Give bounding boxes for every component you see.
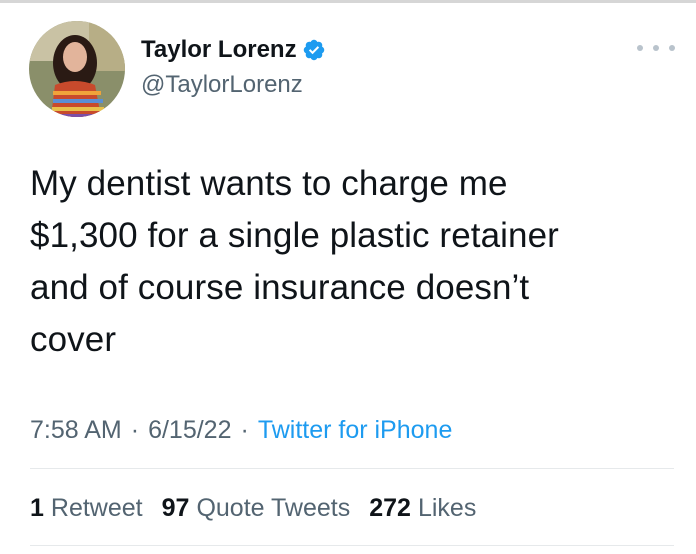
tweet-text-line: $1,300 for a single plastic retainer — [30, 216, 559, 255]
engagement-stats: 1 Retweet 97 Quote Tweets 272 Likes — [30, 490, 495, 526]
more-options-icon[interactable] — [637, 38, 675, 58]
tweet-meta: 7:58 AM · 6/15/22 · Twitter for iPhone — [30, 412, 452, 448]
tweet-time[interactable]: 7:58 AM — [30, 416, 122, 445]
verified-badge-icon — [303, 39, 324, 61]
tweet-source-link[interactable]: Twitter for iPhone — [258, 416, 453, 445]
tweet-date[interactable]: 6/15/22 — [148, 416, 231, 445]
tweet-text-line: cover — [30, 320, 117, 359]
quote-tweets-label: Quote Tweets — [196, 493, 351, 522]
avatar[interactable] — [29, 21, 125, 117]
author-name-row: Taylor Lorenz — [141, 35, 326, 65]
divider — [30, 468, 674, 469]
author-handle[interactable]: @TaylorLorenz — [141, 71, 303, 99]
likes-count: 272 — [369, 493, 411, 522]
divider — [30, 545, 674, 546]
profile-photo-icon — [29, 21, 125, 117]
likes-stat[interactable]: 272 Likes — [369, 494, 476, 523]
more-dot — [637, 45, 643, 51]
meta-separator: · — [130, 415, 140, 444]
retweets-count: 1 — [30, 493, 44, 522]
likes-label: Likes — [417, 493, 477, 522]
retweets-label: Retweet — [50, 493, 143, 522]
retweets-stat[interactable]: 1 Retweet — [30, 494, 143, 523]
tweet-card: Taylor Lorenz @TaylorLorenz My dentist w… — [0, 0, 696, 554]
quote-tweets-count: 97 — [161, 493, 190, 522]
tweet-text-line: My dentist wants to charge me — [30, 164, 508, 203]
quote-tweets-stat[interactable]: 97 Quote Tweets — [162, 494, 351, 523]
more-dot — [669, 45, 675, 51]
author-display-name[interactable]: Taylor Lorenz — [141, 36, 297, 64]
tweet-text-line: and of course insurance doesn’t — [30, 268, 530, 307]
more-dot — [653, 45, 659, 51]
tweet-text: My dentist wants to charge me $1,300 for… — [30, 158, 670, 366]
meta-separator: · — [240, 415, 249, 444]
